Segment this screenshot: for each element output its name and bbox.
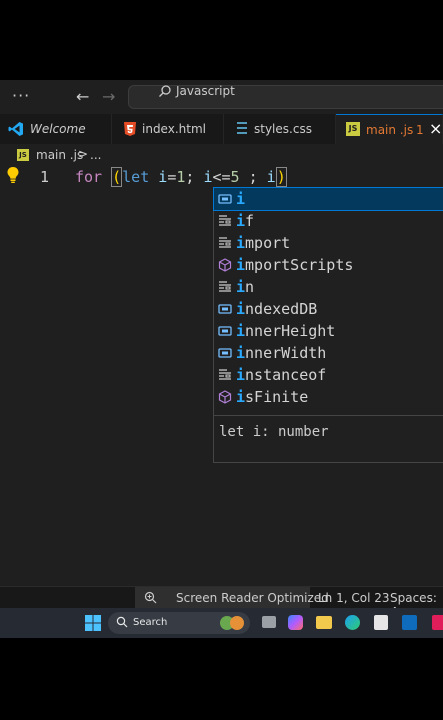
suggest-label: instanceof	[236, 366, 327, 384]
task-view-icon[interactable]	[262, 616, 276, 628]
snippet-icon	[219, 369, 231, 380]
snippet-icon	[219, 281, 231, 292]
suggest-item-importscripts[interactable]: importScripts	[214, 254, 443, 276]
vscode-logo-icon	[8, 122, 23, 136]
snippet-icon	[219, 215, 231, 226]
suggest-item-innerheight[interactable]: innerHeight	[214, 320, 443, 342]
suggest-item-if[interactable]: if	[214, 210, 443, 232]
css3-icon	[237, 122, 247, 134]
back-button[interactable]: ←	[76, 87, 89, 106]
search-icon	[116, 616, 128, 628]
store-icon[interactable]	[374, 615, 388, 630]
outlook-icon[interactable]	[402, 615, 417, 630]
zoom-icon	[144, 591, 157, 604]
suggest-item-in[interactable]: in	[214, 276, 443, 298]
vscode-window: ··· ← → Javascript Welcome index.html st…	[0, 80, 443, 638]
suggest-detail-text: let i: number	[219, 424, 329, 440]
windows-taskbar: Search	[0, 608, 443, 638]
variable-icon	[218, 304, 232, 314]
more-actions-button[interactable]: ···	[12, 86, 30, 105]
suggest-label: i	[236, 190, 246, 208]
js-file-icon: JS	[17, 149, 29, 161]
suggest-label: if	[236, 212, 255, 230]
code-token: let	[122, 168, 150, 186]
suggest-label: innerHeight	[236, 322, 336, 340]
tab-label: index.html	[142, 122, 206, 136]
forward-button[interactable]: →	[102, 87, 115, 106]
windows-start-icon[interactable]	[85, 615, 101, 631]
method-icon	[218, 258, 232, 272]
code-token: =	[167, 168, 177, 186]
slack-icon[interactable]	[432, 615, 443, 630]
code-token: 5	[230, 168, 240, 186]
suggest-label: in	[236, 278, 255, 296]
tab-main-js[interactable]: JS main .js 1 ×	[336, 114, 443, 144]
suggest-widget: i if import importScripts in indexedDB i…	[213, 187, 443, 463]
suggest-item-indexeddb[interactable]: indexedDB	[214, 298, 443, 320]
tab-label: main .js	[366, 123, 414, 137]
chevron-right-icon: >	[78, 147, 89, 161]
suggest-item-innerwidth[interactable]: innerWidth	[214, 342, 443, 364]
screen-reader-label: Screen Reader Optimized	[176, 591, 329, 605]
lightbulb-icon[interactable]	[6, 166, 20, 184]
method-icon	[218, 390, 232, 404]
tab-label: styles.css	[254, 122, 312, 136]
suggest-label: indexedDB	[236, 300, 318, 318]
breadcrumb-file[interactable]: main .js	[36, 148, 83, 162]
js-file-icon: JS	[346, 122, 360, 136]
breadcrumb-symbols[interactable]: ...	[90, 148, 101, 162]
suggest-item-import[interactable]: import	[214, 232, 443, 254]
code-token: for	[75, 168, 103, 186]
suggest-label: innerWidth	[236, 344, 327, 362]
suggest-label: isFinite	[236, 388, 309, 406]
breadcrumb: JS main .js > ...	[0, 144, 443, 166]
suggest-label: import	[236, 234, 291, 252]
tab-styles-css[interactable]: styles.css	[224, 114, 336, 144]
widget-icon[interactable]	[230, 616, 244, 630]
suggest-label: importScripts	[236, 256, 354, 274]
code-token: (	[111, 167, 123, 187]
copilot-icon[interactable]	[288, 615, 303, 630]
variable-icon	[218, 194, 232, 204]
file-explorer-icon[interactable]	[316, 616, 332, 629]
line-number: 1	[40, 168, 50, 186]
tab-welcome[interactable]: Welcome	[0, 114, 112, 144]
command-center-text: Javascript	[176, 84, 235, 98]
code-token: ;	[239, 168, 267, 186]
status-bar: Screen Reader Optimized Ln 1, Col 23 Spa…	[0, 586, 443, 619]
search-icon	[159, 85, 171, 97]
title-bar: ··· ← → Javascript	[0, 80, 443, 114]
code-token: ;	[185, 168, 204, 186]
suggest-item-isfinite[interactable]: isFinite	[214, 386, 443, 408]
snippet-icon	[219, 237, 231, 248]
html5-icon	[124, 122, 136, 136]
tab-label: Welcome	[30, 122, 86, 136]
code-token: i	[266, 168, 276, 186]
suggest-item-i[interactable]: i	[213, 187, 443, 211]
suggest-details: let i: number	[214, 415, 443, 464]
variable-icon	[218, 348, 232, 358]
close-tab-button[interactable]: ×	[429, 119, 442, 138]
search-placeholder: Search	[133, 617, 168, 628]
code-token: i	[158, 168, 168, 186]
cursor-position[interactable]: Ln 1, Col 23	[318, 591, 390, 605]
editor-tabs: Welcome index.html styles.css JS main .j…	[0, 114, 443, 145]
code-token: <=	[212, 168, 231, 186]
tab-index-html[interactable]: index.html	[112, 114, 224, 144]
code-token: )	[275, 167, 287, 187]
problem-count-badge: 1	[416, 123, 424, 137]
code-line[interactable]: for (let i=1; i<=5 ; i)	[75, 167, 287, 187]
edge-browser-icon[interactable]	[345, 615, 360, 630]
suggest-item-instanceof[interactable]: instanceof	[214, 364, 443, 386]
variable-icon	[218, 326, 232, 336]
